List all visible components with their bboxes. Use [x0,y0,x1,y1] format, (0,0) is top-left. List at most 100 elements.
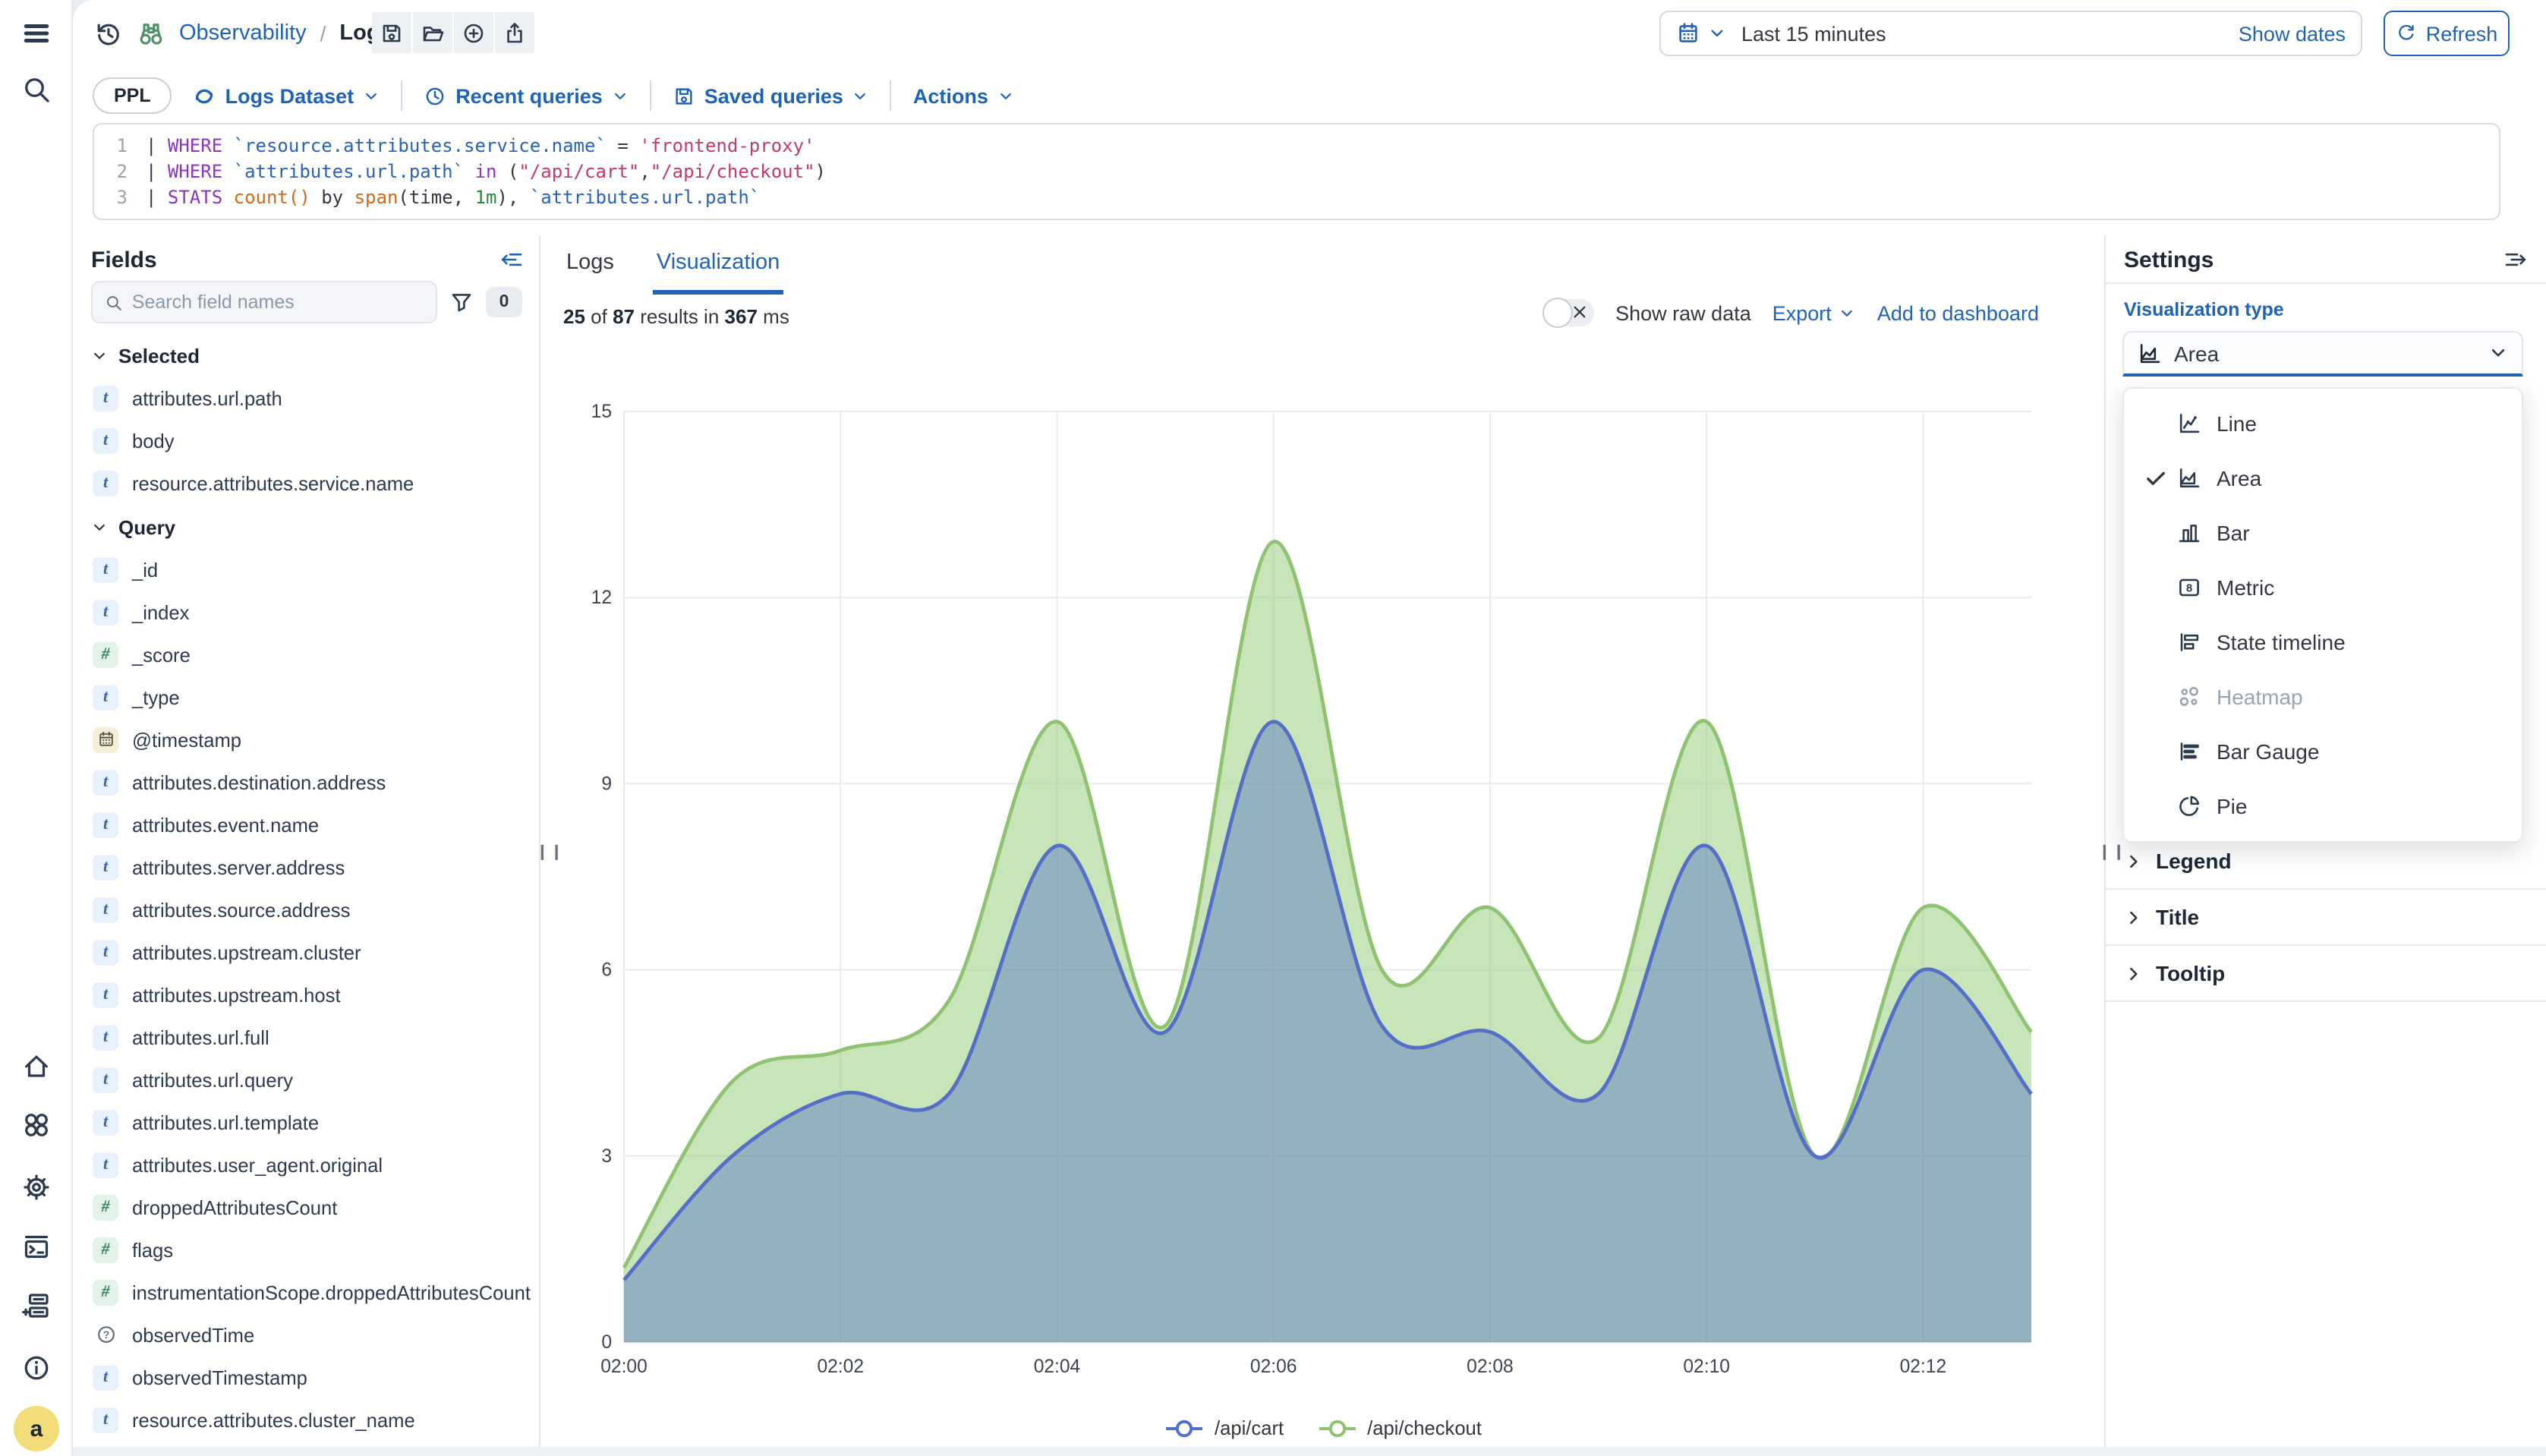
field-item[interactable]: #flags [73,1228,539,1271]
viz-option-state-timeline[interactable]: State timeline [2124,615,2522,670]
dev-tools-icon[interactable] [21,1231,52,1262]
save-button[interactable] [372,12,411,53]
query-language-badge[interactable]: PPL [93,77,172,114]
home-icon[interactable] [21,1051,52,1081]
field-item[interactable]: #instrumentationScope.droppedAttributesC… [73,1271,539,1313]
field-item[interactable]: t_type [73,676,539,718]
field-item[interactable]: tattributes.url.query [73,1058,539,1101]
chevron-right-icon [2124,963,2144,983]
visualization-type-select[interactable]: Area [2122,331,2523,377]
add-to-dashboard-button[interactable]: Add to dashboard [1877,301,2039,324]
field-type-badge: # [93,1194,118,1220]
saved-queries-button[interactable]: Saved queries [673,84,869,107]
chevron-down-icon [363,87,380,104]
add-data-icon[interactable] [21,1291,52,1321]
editor-line[interactable]: 1| WHERE `resource.attributes.service.na… [94,134,2499,159]
ppl-query-editor[interactable]: 1| WHERE `resource.attributes.service.na… [93,123,2500,220]
collapse-settings-icon[interactable] [2503,247,2528,272]
refresh-icon [2396,23,2417,44]
save-icon [380,20,404,45]
collapse-fields-icon[interactable] [499,247,524,272]
field-item[interactable]: @timestamp [73,718,539,761]
field-section-header[interactable]: Query [73,504,539,548]
panel-resize-handle[interactable]: ❙❙ [536,840,547,864]
open-button[interactable] [413,12,452,53]
field-item[interactable]: tobservedTimestamp [73,1356,539,1398]
search-icon [105,292,123,312]
field-item[interactable]: ?observedTime [73,1313,539,1356]
field-item[interactable]: t_id [73,548,539,591]
viz-option-pie[interactable]: Pie [2124,779,2522,834]
field-item[interactable]: tattributes.user_agent.original [73,1143,539,1186]
field-item[interactable]: #droppedAttributesCount [73,1186,539,1228]
chevron-right-icon [2124,851,2144,871]
field-item[interactable]: tattributes.destination.address [73,761,539,803]
show-raw-data-label: Show raw data [1615,301,1751,324]
accordion-title[interactable]: Title [2106,890,2546,946]
field-item[interactable]: tattributes.url.path [73,377,539,419]
check-icon [2144,411,2168,436]
settings-accordions: LegendTitleTooltip [2106,834,2546,1002]
field-section-header[interactable]: Selected [73,332,539,377]
global-search-icon[interactable] [21,74,52,105]
field-item[interactable]: #_score [73,633,539,676]
legend-item[interactable]: /api/cart [1164,1417,1284,1439]
field-item[interactable]: tresource.attributes.cluster_name [73,1398,539,1441]
field-item[interactable]: tresource.attributes.host.name [73,1441,539,1456]
accordion-tooltip[interactable]: Tooltip [2106,946,2546,1002]
show-raw-data-toggle[interactable] [1542,299,1594,326]
viz-option-bar-gauge[interactable]: Bar Gauge [2124,724,2522,779]
field-item[interactable]: t_index [73,591,539,633]
time-range-picker[interactable]: Last 15 minutes Show dates [1659,11,2362,56]
field-item[interactable]: tresource.attributes.service.name [73,462,539,504]
refresh-button[interactable]: Refresh [2384,11,2510,56]
tab-logs[interactable]: Logs [563,244,617,295]
time-range-value[interactable]: Last 15 minutes [1741,22,2231,45]
viz-option-heatmap[interactable]: Heatmap [2124,670,2522,724]
viz-option-line[interactable]: Line [2124,396,2522,451]
field-item[interactable]: tattributes.server.address [73,846,539,888]
check-icon [2144,575,2168,600]
admin-settings-icon[interactable] [21,1172,52,1202]
recent-items-icon[interactable] [94,19,123,48]
area-chart[interactable]: 0369121502:0002:0202:0402:0602:0802:1002… [571,395,2051,1397]
recent-queries-button[interactable]: Recent queries [424,84,629,107]
toggle-off-icon [1571,304,1588,320]
field-item[interactable]: tattributes.url.template [73,1101,539,1143]
avatar[interactable]: a [14,1406,59,1451]
field-type-badge: # [93,1237,118,1262]
info-icon[interactable] [21,1353,52,1383]
apps-icon[interactable] [21,1110,52,1140]
check-icon [2144,521,2168,545]
viz-option-bar[interactable]: Bar [2124,506,2522,560]
field-item[interactable]: tattributes.source.address [73,888,539,931]
field-item[interactable]: tattributes.upstream.cluster [73,931,539,973]
share-button[interactable] [495,12,534,53]
export-button[interactable]: Export [1772,301,1856,324]
visualization-area: LogsVisualization 25 of 87 results in 36… [542,235,2104,1456]
actions-button[interactable]: Actions [913,84,1014,107]
viz-option-area[interactable]: Area [2124,451,2522,506]
field-item[interactable]: tattributes.url.full [73,1016,539,1058]
menu-icon[interactable] [21,18,52,49]
viz-option-metric[interactable]: 8Metric [2124,560,2522,615]
field-item[interactable]: tattributes.event.name [73,803,539,846]
new-button[interactable] [454,12,493,53]
tab-visualization[interactable]: Visualization [654,244,783,295]
filter-icon[interactable] [449,290,474,314]
editor-line[interactable]: 2| WHERE `attributes.url.path` in ("/api… [94,159,2499,185]
panel-resize-handle[interactable]: ❙❙ [2098,840,2109,864]
breadcrumb-app[interactable]: Observability [179,21,307,46]
chevron-down-icon [91,519,108,536]
dataset-selector[interactable]: Logs Dataset [194,84,380,107]
field-item[interactable]: tattributes.upstream.host [73,973,539,1016]
field-item[interactable]: tbody [73,419,539,462]
check-icon [2144,466,2168,490]
filter-count-badge[interactable]: 0 [486,287,522,317]
editor-line[interactable]: 3| STATS count() by span(time, 1m), `att… [94,185,2499,211]
share-icon [503,20,527,45]
divider [401,80,402,111]
show-dates-button[interactable]: Show dates [2239,22,2346,45]
field-search-input[interactable] [132,292,424,313]
legend-item[interactable]: /api/checkout [1317,1417,1482,1439]
